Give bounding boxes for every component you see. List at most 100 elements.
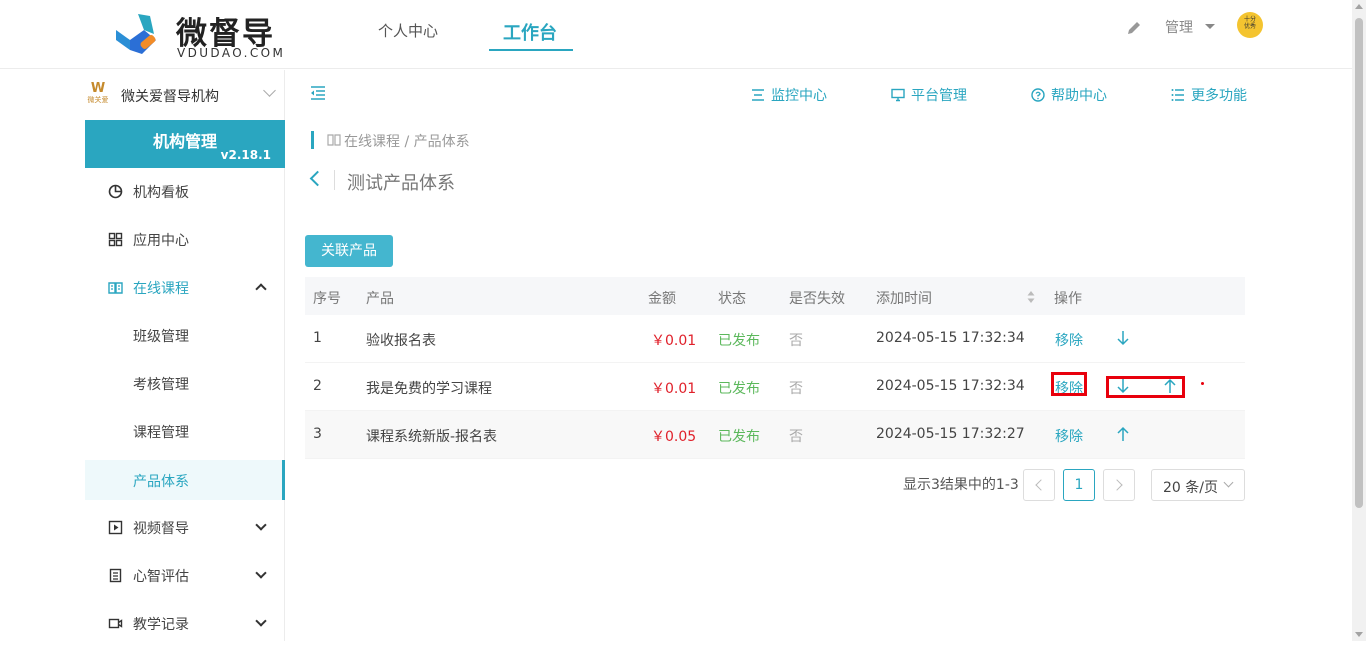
title-divider bbox=[334, 170, 335, 190]
sidebar-item-label: 机构看板 bbox=[133, 185, 189, 201]
move-up-icon[interactable] bbox=[1115, 425, 1131, 443]
cell-added-time: 2024-05-15 17:32:27 bbox=[876, 426, 1025, 442]
link-product-button[interactable]: 关联产品 bbox=[305, 235, 393, 267]
sidebar-item-dashboard[interactable]: 机构看板 bbox=[85, 168, 285, 216]
column-header-amount: 金额 bbox=[648, 291, 676, 307]
sidebar-subitem-label: 产品体系 bbox=[133, 474, 189, 490]
sidebar-item-app-center[interactable]: 应用中心 bbox=[85, 216, 285, 264]
vdudao-logo-icon[interactable] bbox=[112, 10, 164, 60]
platform-management-label: 平台管理 bbox=[911, 88, 967, 104]
book-icon bbox=[327, 134, 341, 146]
sidebar-subitem-label: 课程管理 bbox=[133, 425, 189, 441]
scrollbar-thumb[interactable] bbox=[1355, 18, 1363, 508]
top-bar: 微督导 VDUDAO.COM 个人中心 工作台 管理 十分 优秀 bbox=[0, 0, 1352, 69]
column-header-added-time: 添加时间 bbox=[876, 291, 932, 307]
avatar-text-line1: 十分 bbox=[1243, 16, 1256, 23]
pencil-icon[interactable] bbox=[1126, 20, 1142, 36]
sidebar-subitem-class-management[interactable]: 班级管理 bbox=[85, 312, 285, 360]
cell-added-time: 2024-05-15 17:32:34 bbox=[876, 378, 1025, 394]
org-management-card: 机构管理 v2.18.1 bbox=[85, 120, 285, 168]
more-features-link[interactable]: 更多功能 bbox=[1171, 85, 1247, 105]
highlight-box bbox=[1051, 372, 1087, 396]
cell-expired: 否 bbox=[789, 429, 803, 445]
sidebar-subitem-label: 班级管理 bbox=[133, 329, 189, 345]
video-play-icon bbox=[108, 520, 123, 535]
monitor-center-link[interactable]: 监控中心 bbox=[751, 85, 827, 105]
cell-amount: ￥0.05 bbox=[651, 429, 697, 445]
breadcrumb: 在线课程 / 产品体系 bbox=[344, 134, 470, 150]
next-page-button[interactable] bbox=[1103, 469, 1135, 501]
remove-button[interactable]: 移除 bbox=[1055, 330, 1083, 350]
prev-page-button[interactable] bbox=[1023, 469, 1055, 501]
sidebar-item-mind-assessment[interactable]: 心智评估 bbox=[85, 552, 285, 600]
sidebar-subitem-product-system[interactable]: 产品体系 bbox=[85, 460, 285, 500]
cell-product: 验收报名表 bbox=[366, 333, 436, 349]
scroll-up-icon[interactable] bbox=[1355, 4, 1363, 9]
cell-status: 已发布 bbox=[718, 333, 760, 349]
move-down-icon[interactable] bbox=[1115, 329, 1131, 347]
tab-personal-center[interactable]: 个人中心 bbox=[378, 20, 438, 41]
sidebar-subitem-assessment-management[interactable]: 考核管理 bbox=[85, 360, 285, 408]
back-arrow-icon[interactable] bbox=[309, 170, 326, 187]
page-number-button[interactable]: 1 bbox=[1063, 469, 1095, 501]
cell-expired: 否 bbox=[789, 333, 803, 349]
sidebar-subitem-label: 考核管理 bbox=[133, 377, 189, 393]
more-features-label: 更多功能 bbox=[1191, 88, 1247, 104]
cell-amount: ￥0.01 bbox=[651, 333, 697, 349]
platform-management-link[interactable]: 平台管理 bbox=[891, 85, 967, 105]
cell-expired: 否 bbox=[789, 381, 803, 397]
org-logo-text: 微关爱 bbox=[87, 96, 109, 104]
help-circle-icon bbox=[1031, 88, 1045, 102]
column-header-expired: 是否失效 bbox=[789, 291, 845, 307]
sort-icon[interactable] bbox=[1027, 290, 1035, 304]
cell-index: 1 bbox=[313, 330, 322, 346]
cell-status: 已发布 bbox=[718, 429, 760, 445]
collapse-sidebar-icon[interactable] bbox=[310, 86, 326, 100]
sidebar: W 微关爱 微关爱督导机构 机构管理 v2.18.1 机构看板 应用中心 在线课… bbox=[0, 70, 285, 641]
pie-chart-icon bbox=[108, 184, 123, 199]
sidebar-item-online-courses[interactable]: 在线课程 bbox=[85, 264, 285, 312]
sidebar-item-video-supervision[interactable]: 视频督导 bbox=[85, 504, 285, 552]
avatar[interactable]: 十分 优秀 bbox=[1237, 12, 1263, 38]
sidebar-item-label: 应用中心 bbox=[133, 233, 189, 249]
org-logo-mark: W bbox=[90, 81, 106, 96]
desktop-icon bbox=[891, 88, 905, 102]
admin-menu-label[interactable]: 管理 bbox=[1165, 17, 1193, 37]
list-icon bbox=[1171, 89, 1184, 101]
org-selector[interactable]: W 微关爱 微关爱督导机构 bbox=[85, 80, 285, 110]
active-tab-underline bbox=[489, 49, 573, 51]
breadcrumb-accent-bar bbox=[311, 131, 314, 149]
avatar-text-line2: 优秀 bbox=[1243, 23, 1256, 30]
monitor-center-label: 监控中心 bbox=[771, 88, 827, 104]
chevron-down-icon bbox=[255, 519, 267, 531]
chevron-left-icon bbox=[1035, 479, 1047, 491]
cell-amount: ￥0.01 bbox=[651, 381, 697, 397]
cell-index: 2 bbox=[313, 378, 322, 394]
page-size-value: 20 条/页 bbox=[1163, 480, 1218, 496]
sidebar-item-label: 教学记录 bbox=[133, 617, 189, 633]
org-logo: W 微关爱 bbox=[85, 82, 111, 106]
column-header-product: 产品 bbox=[366, 291, 394, 307]
org-name: 微关爱督导机构 bbox=[121, 89, 219, 105]
page-size-select[interactable]: 20 条/页 bbox=[1151, 469, 1245, 501]
column-header-status: 状态 bbox=[718, 291, 746, 307]
highlight-box bbox=[1106, 376, 1185, 398]
sidebar-item-label: 在线课程 bbox=[133, 281, 189, 297]
scroll-down-icon[interactable] bbox=[1355, 632, 1363, 637]
book-icon bbox=[108, 282, 123, 294]
page-scrollbar[interactable] bbox=[1352, 0, 1366, 641]
column-header-actions: 操作 bbox=[1054, 291, 1082, 307]
help-center-link[interactable]: 帮助中心 bbox=[1031, 85, 1107, 105]
sidebar-subitem-course-management[interactable]: 课程管理 bbox=[85, 408, 285, 456]
notebook-icon bbox=[109, 568, 122, 583]
help-center-label: 帮助中心 bbox=[1051, 88, 1107, 104]
tab-workbench[interactable]: 工作台 bbox=[503, 19, 557, 45]
remove-button[interactable]: 移除 bbox=[1055, 426, 1083, 446]
camera-icon bbox=[108, 618, 123, 629]
page-title: 测试产品体系 bbox=[347, 173, 455, 194]
chevron-down-icon bbox=[255, 567, 267, 579]
cell-product: 课程系统新版-报名表 bbox=[366, 429, 498, 445]
table-row: 2 我是免费的学习课程 ￥0.01 已发布 否 2024-05-15 17:32… bbox=[305, 363, 1245, 411]
admin-caret-icon[interactable] bbox=[1205, 24, 1215, 29]
red-dot-marker bbox=[1201, 382, 1204, 385]
